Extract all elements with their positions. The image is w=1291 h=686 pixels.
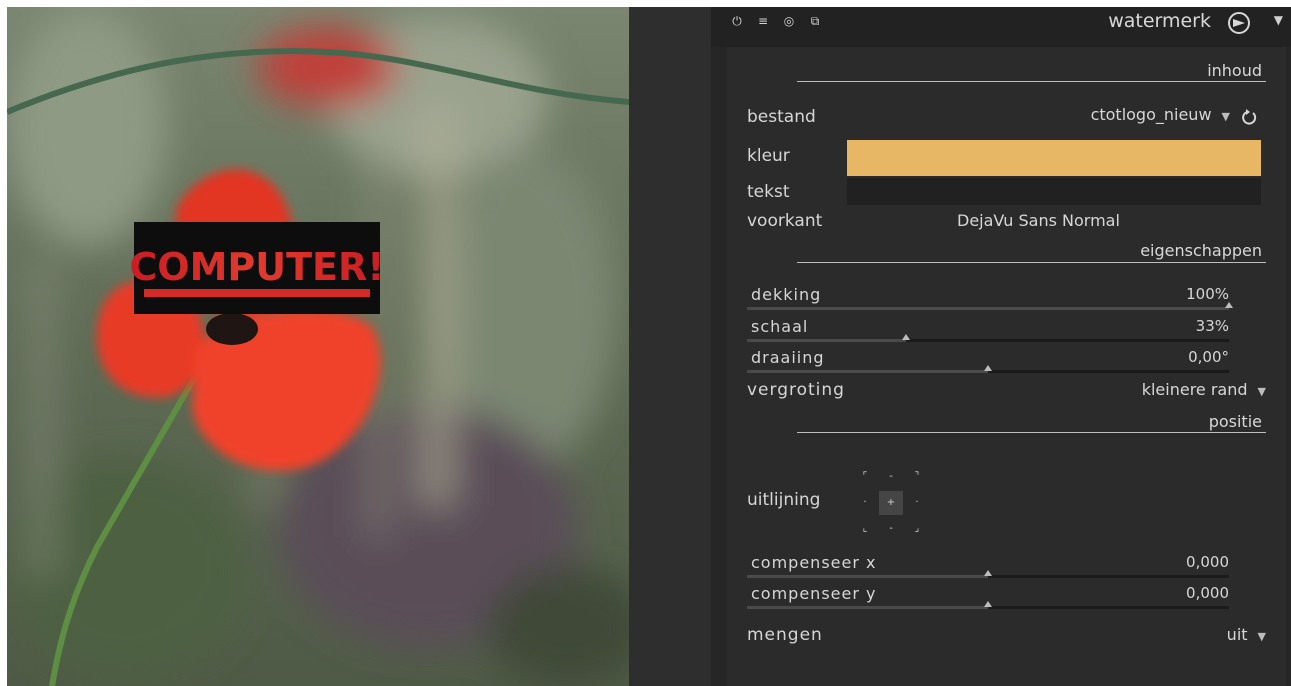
- section-content: inhoud: [1207, 61, 1262, 80]
- align-bottom-left[interactable]: ⌞: [853, 517, 877, 541]
- zoom-value: kleinere rand: [1141, 380, 1248, 399]
- slider-track[interactable]: [747, 601, 1229, 609]
- font-label: voorkant: [747, 211, 823, 231]
- slider-track[interactable]: [747, 302, 1233, 310]
- slider-thumb[interactable]: [984, 601, 992, 607]
- slider-track[interactable]: [747, 365, 1229, 373]
- panel-gutter: [629, 7, 711, 686]
- align-bottom[interactable]: -: [879, 517, 903, 541]
- text-label: tekst: [747, 182, 790, 202]
- power-icon[interactable]: ⏻: [729, 13, 745, 29]
- slider-fill: [747, 606, 988, 609]
- slider-thumb[interactable]: [902, 334, 911, 340]
- slider-fill: [747, 339, 907, 342]
- scale-slider[interactable]: schaal 33%: [747, 317, 1229, 349]
- rotation-slider[interactable]: draaiing 0,00°: [747, 348, 1229, 380]
- align-top-left[interactable]: ⌜: [853, 465, 877, 489]
- slider-track[interactable]: [747, 334, 1229, 342]
- module-body: inhoud bestand ctotlogo_nieuw ▼ kleur tek…: [727, 47, 1286, 686]
- offset-y-value: 0,000: [1186, 584, 1229, 602]
- offset-x-value: 0,000: [1186, 553, 1229, 571]
- poppy-photo: COMPUTER!: [7, 7, 629, 686]
- menu-arrow-icon[interactable]: ▼: [1274, 13, 1283, 27]
- scale-label: schaal: [751, 317, 809, 336]
- blend-label: mengen: [747, 625, 823, 645]
- alignment-grid[interactable]: ⌜ - ⌝ · + · ⌞ - ⌟: [853, 465, 929, 541]
- slider-fill: [747, 370, 988, 373]
- offset-x-label: compenseer x: [751, 553, 877, 572]
- rotation-label: draaiing: [751, 348, 825, 367]
- zoom-label: vergroting: [747, 380, 845, 400]
- section-divider: [797, 432, 1266, 433]
- align-center[interactable]: +: [879, 491, 903, 515]
- slider-fill: [747, 307, 1229, 310]
- copy-icon[interactable]: ⧉: [807, 13, 823, 29]
- watermark-module-panel: ⏻ ≡ ◎ ⧉ watermerk ▼ inhoud bestand ctotl…: [711, 7, 1291, 686]
- presets-icon[interactable]: [1227, 11, 1251, 35]
- section-properties: eigenschappen: [1140, 241, 1262, 260]
- file-dropdown[interactable]: ctotlogo_nieuw ▼: [1091, 105, 1230, 124]
- opacity-label: dekking: [751, 285, 822, 304]
- offset-y-label: compenseer y: [751, 584, 877, 603]
- section-position: positie: [1208, 412, 1262, 431]
- align-bottom-right[interactable]: ⌟: [905, 517, 929, 541]
- slider-thumb[interactable]: [1225, 302, 1233, 308]
- file-value: ctotlogo_nieuw: [1090, 105, 1212, 124]
- alignment-label: uitlijning: [747, 490, 821, 510]
- opacity-slider[interactable]: dekking 100%: [747, 285, 1233, 317]
- offset-y-slider[interactable]: compenseer y 0,000: [747, 584, 1229, 616]
- text-input[interactable]: [847, 178, 1261, 205]
- slider-fill: [747, 575, 988, 578]
- align-top-right[interactable]: ⌝: [905, 465, 929, 489]
- watermark-text: COMPUTER!: [129, 245, 384, 289]
- chevron-down-icon: ▼: [1257, 385, 1266, 398]
- opacity-value: 100%: [1186, 285, 1229, 303]
- scale-value: 33%: [1195, 317, 1229, 335]
- align-right[interactable]: ·: [905, 491, 929, 515]
- reload-icon[interactable]: [1241, 109, 1257, 125]
- zoom-dropdown[interactable]: kleinere rand ▼: [1142, 380, 1266, 399]
- module-header: ⏻ ≡ ◎ ⧉ watermerk ▼: [711, 7, 1291, 47]
- color-swatch[interactable]: [847, 140, 1261, 176]
- slider-thumb[interactable]: [984, 570, 992, 576]
- blend-dropdown[interactable]: uit ▼: [1227, 625, 1266, 644]
- chevron-down-icon: ▼: [1257, 630, 1266, 643]
- slider-track[interactable]: [747, 570, 1229, 578]
- module-title: watermerk: [1108, 10, 1211, 32]
- slider-thumb[interactable]: [984, 365, 992, 371]
- section-divider: [797, 262, 1266, 263]
- image-canvas[interactable]: COMPUTER!: [7, 7, 629, 686]
- reset-circle-icon[interactable]: ◎: [781, 13, 797, 29]
- file-label: bestand: [747, 107, 816, 127]
- align-top[interactable]: -: [879, 465, 903, 489]
- offset-x-slider[interactable]: compenseer x 0,000: [747, 553, 1229, 585]
- color-label: kleur: [747, 146, 790, 166]
- rotation-value: 0,00°: [1188, 348, 1229, 366]
- list-icon[interactable]: ≡: [755, 13, 771, 29]
- align-left[interactable]: ·: [853, 491, 877, 515]
- chevron-down-icon: ▼: [1221, 110, 1230, 123]
- section-divider: [797, 81, 1266, 82]
- font-selector[interactable]: DejaVu Sans Normal: [957, 211, 1120, 230]
- blend-value: uit: [1226, 625, 1248, 644]
